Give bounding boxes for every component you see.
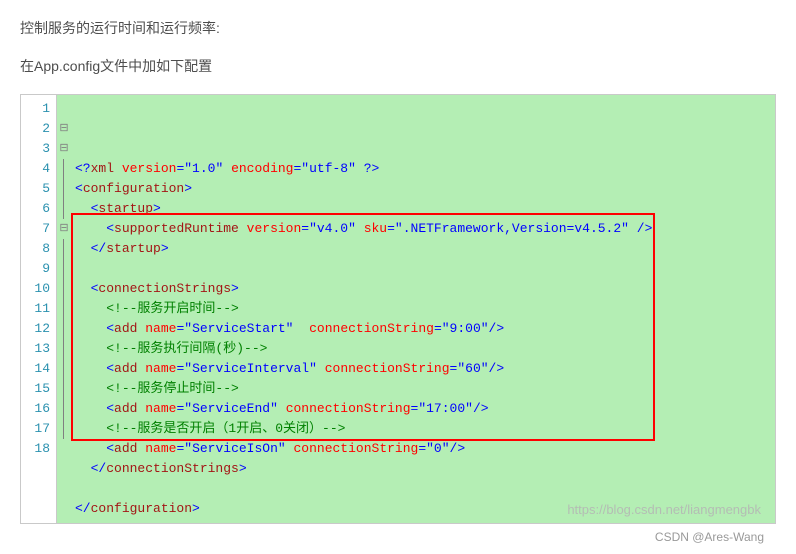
fold-toggle-icon[interactable]: ⊟: [57, 119, 71, 139]
fold-guide: [63, 339, 64, 359]
code-line: <!--服务执行间隔(秒)-->: [75, 339, 769, 359]
footer-credit: CSDN @Ares-Wang: [20, 524, 776, 544]
line-number: 11: [25, 299, 50, 319]
fold-guide: [63, 179, 64, 199]
code-line: <supportedRuntime version="v4.0" sku=".N…: [75, 219, 769, 239]
code-line: <?xml version="1.0" encoding="utf-8" ?>: [75, 159, 769, 179]
intro-paragraph-1: 控制服务的运行时间和运行频率:: [20, 18, 776, 38]
fold-guide: [63, 159, 64, 179]
code-line: <add name="ServiceInterval" connectionSt…: [75, 359, 769, 379]
fold-guide: [63, 419, 64, 439]
code-line: <add name="ServiceEnd" connectionString=…: [75, 399, 769, 419]
fold-column: ⊟⊟⊟: [57, 95, 71, 523]
line-number: 4: [25, 159, 50, 179]
fold-guide: [63, 199, 64, 219]
code-line: <!--服务开启时间-->: [75, 299, 769, 319]
fold-toggle-icon[interactable]: ⊟: [57, 139, 71, 159]
code-line: <startup>: [75, 199, 769, 219]
code-line: <configuration>: [75, 179, 769, 199]
code-line: [75, 259, 769, 279]
line-number: 14: [25, 359, 50, 379]
fold-guide: [63, 299, 64, 319]
line-number: 8: [25, 239, 50, 259]
line-number: 18: [25, 439, 50, 459]
line-number: 7: [25, 219, 50, 239]
fold-guide: [57, 439, 71, 459]
code-line: <add name="ServiceIsOn" connectionString…: [75, 439, 769, 459]
fold-guide: [63, 359, 64, 379]
line-number: 13: [25, 339, 50, 359]
fold-guide: [63, 279, 64, 299]
fold-guide: [63, 319, 64, 339]
code-line: [75, 479, 769, 499]
line-number-gutter: 123456789101112131415161718: [21, 95, 57, 523]
line-number: 12: [25, 319, 50, 339]
fold-guide: [63, 259, 64, 279]
code-block: 123456789101112131415161718 ⊟⊟⊟ <?xml ve…: [20, 94, 776, 524]
line-number: 6: [25, 199, 50, 219]
fold-toggle-icon[interactable]: ⊟: [57, 219, 71, 239]
line-number: 2: [25, 119, 50, 139]
line-number: 17: [25, 419, 50, 439]
fold-guide: [63, 379, 64, 399]
line-number: 15: [25, 379, 50, 399]
code-line: <!--服务是否开启（1开启、0关闭）-->: [75, 419, 769, 439]
code-line: </configuration>: [75, 499, 769, 519]
line-number: 9: [25, 259, 50, 279]
code-line: <connectionStrings>: [75, 279, 769, 299]
code-line: </startup>: [75, 239, 769, 259]
code-line: </connectionStrings>: [75, 459, 769, 479]
fold-guide: [57, 99, 71, 119]
fold-guide: [63, 239, 64, 259]
line-number: 5: [25, 179, 50, 199]
code-content: <?xml version="1.0" encoding="utf-8" ?><…: [71, 95, 775, 523]
intro-paragraph-2: 在App.config文件中加如下配置: [20, 56, 776, 76]
code-line: <add name="ServiceStart" connectionStrin…: [75, 319, 769, 339]
line-number: 3: [25, 139, 50, 159]
fold-guide: [63, 399, 64, 419]
line-number: 16: [25, 399, 50, 419]
line-number: 10: [25, 279, 50, 299]
code-line: <!--服务停止时间-->: [75, 379, 769, 399]
line-number: 1: [25, 99, 50, 119]
